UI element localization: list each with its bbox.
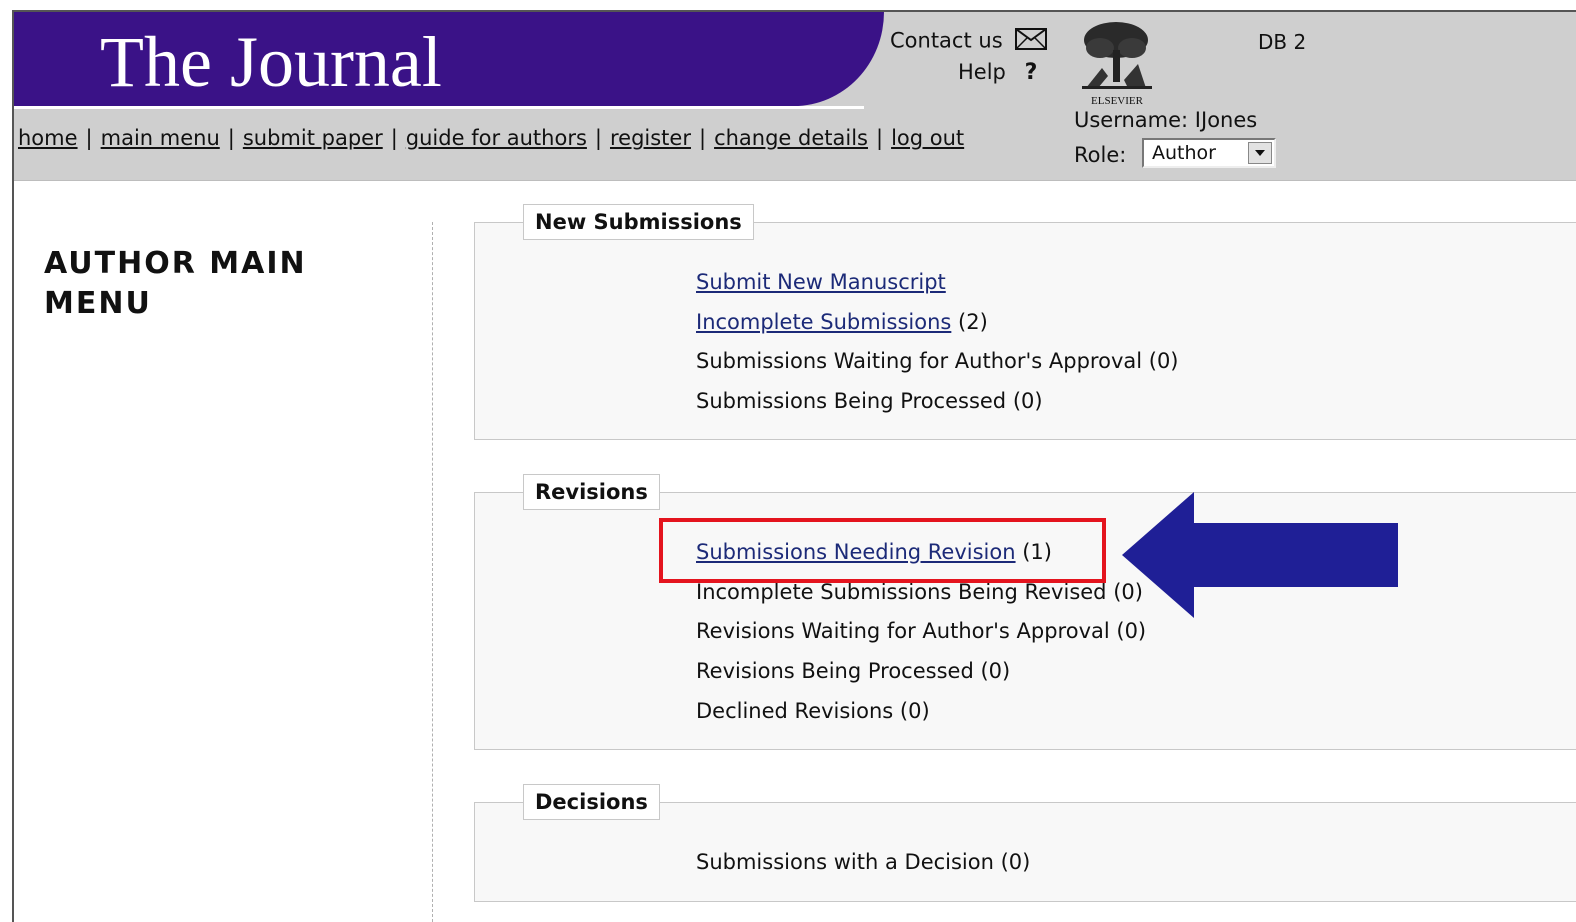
new-submissions-section: New Submissions Submit New Manuscript In… [474,204,1576,440]
nav-log-out[interactable]: log out [891,126,964,150]
incomplete-submissions-count: (2) [958,310,988,334]
new-submissions-legend: New Submissions [523,204,754,240]
journal-title: The Journal [100,22,442,102]
submissions-being-processed: Submissions Being Processed (0) [696,389,1043,413]
nav-separator: | [698,126,707,150]
nav-separator: | [85,126,93,150]
nav-separator: | [594,126,602,150]
revisions-being-processed: Revisions Being Processed (0) [696,659,1011,683]
help-link[interactable]: Help ? [958,60,1037,85]
nav-separator: | [875,126,884,150]
submissions-waiting-approval: Submissions Waiting for Author's Approva… [696,349,1179,373]
banner-underline [14,106,864,109]
nav-guide-for-authors[interactable]: guide for authors [406,126,587,150]
list-item: Incomplete Submissions (2) [696,309,988,335]
decisions-section: Decisions Submissions with a Decision (0… [474,784,1576,902]
highlight-box [659,518,1106,583]
elsevier-logo: ELSEVIER [1078,18,1156,108]
contact-us-label: Contact us [890,28,1003,53]
question-mark-icon: ? [1024,60,1038,85]
role-label: Role: [1074,143,1127,167]
header: The Journal Contact us Help ? ELSEVIER D… [14,12,1576,181]
journal-banner: The Journal [14,12,884,106]
nav-separator: | [227,126,235,150]
incomplete-submissions-link[interactable]: Incomplete Submissions [696,310,951,334]
list-item: Submit New Manuscript [696,269,946,295]
left-arrow-icon [1122,492,1402,622]
nav-main-menu[interactable]: main menu [101,126,220,150]
nav-bar: home | main menu | submit paper | guide for au… [18,126,964,150]
submissions-with-decision: Submissions with a Decision (0) [696,850,1031,874]
role-select[interactable]: Author [1142,138,1276,168]
submit-new-manuscript-link[interactable]: Submit New Manuscript [696,270,946,294]
page-frame: The Journal Contact us Help ? ELSEVIER D… [12,10,1576,922]
chevron-down-icon[interactable] [1248,142,1272,164]
username-text: Username: IJones [1074,108,1258,132]
decisions-legend: Decisions [523,784,660,820]
page-title: AUTHOR MAIN MENU [44,246,307,321]
nav-home[interactable]: home [18,126,78,150]
envelope-icon [1015,28,1048,55]
declined-revisions: Declined Revisions (0) [696,699,930,723]
revisions-waiting-approval: Revisions Waiting for Author's Approval … [696,619,1147,643]
help-label: Help [958,60,1006,84]
nav-change-details[interactable]: change details [714,126,868,150]
role-value: Author [1152,142,1216,164]
nav-submit-paper[interactable]: submit paper [243,126,383,150]
publisher-name: ELSEVIER [1091,95,1144,107]
column-divider [432,222,433,922]
contact-us-link[interactable]: Contact us [890,28,1048,55]
db-label: DB 2 [1258,30,1307,54]
nav-separator: | [390,126,398,150]
nav-register[interactable]: register [610,126,691,150]
revisions-legend: Revisions [523,474,660,510]
